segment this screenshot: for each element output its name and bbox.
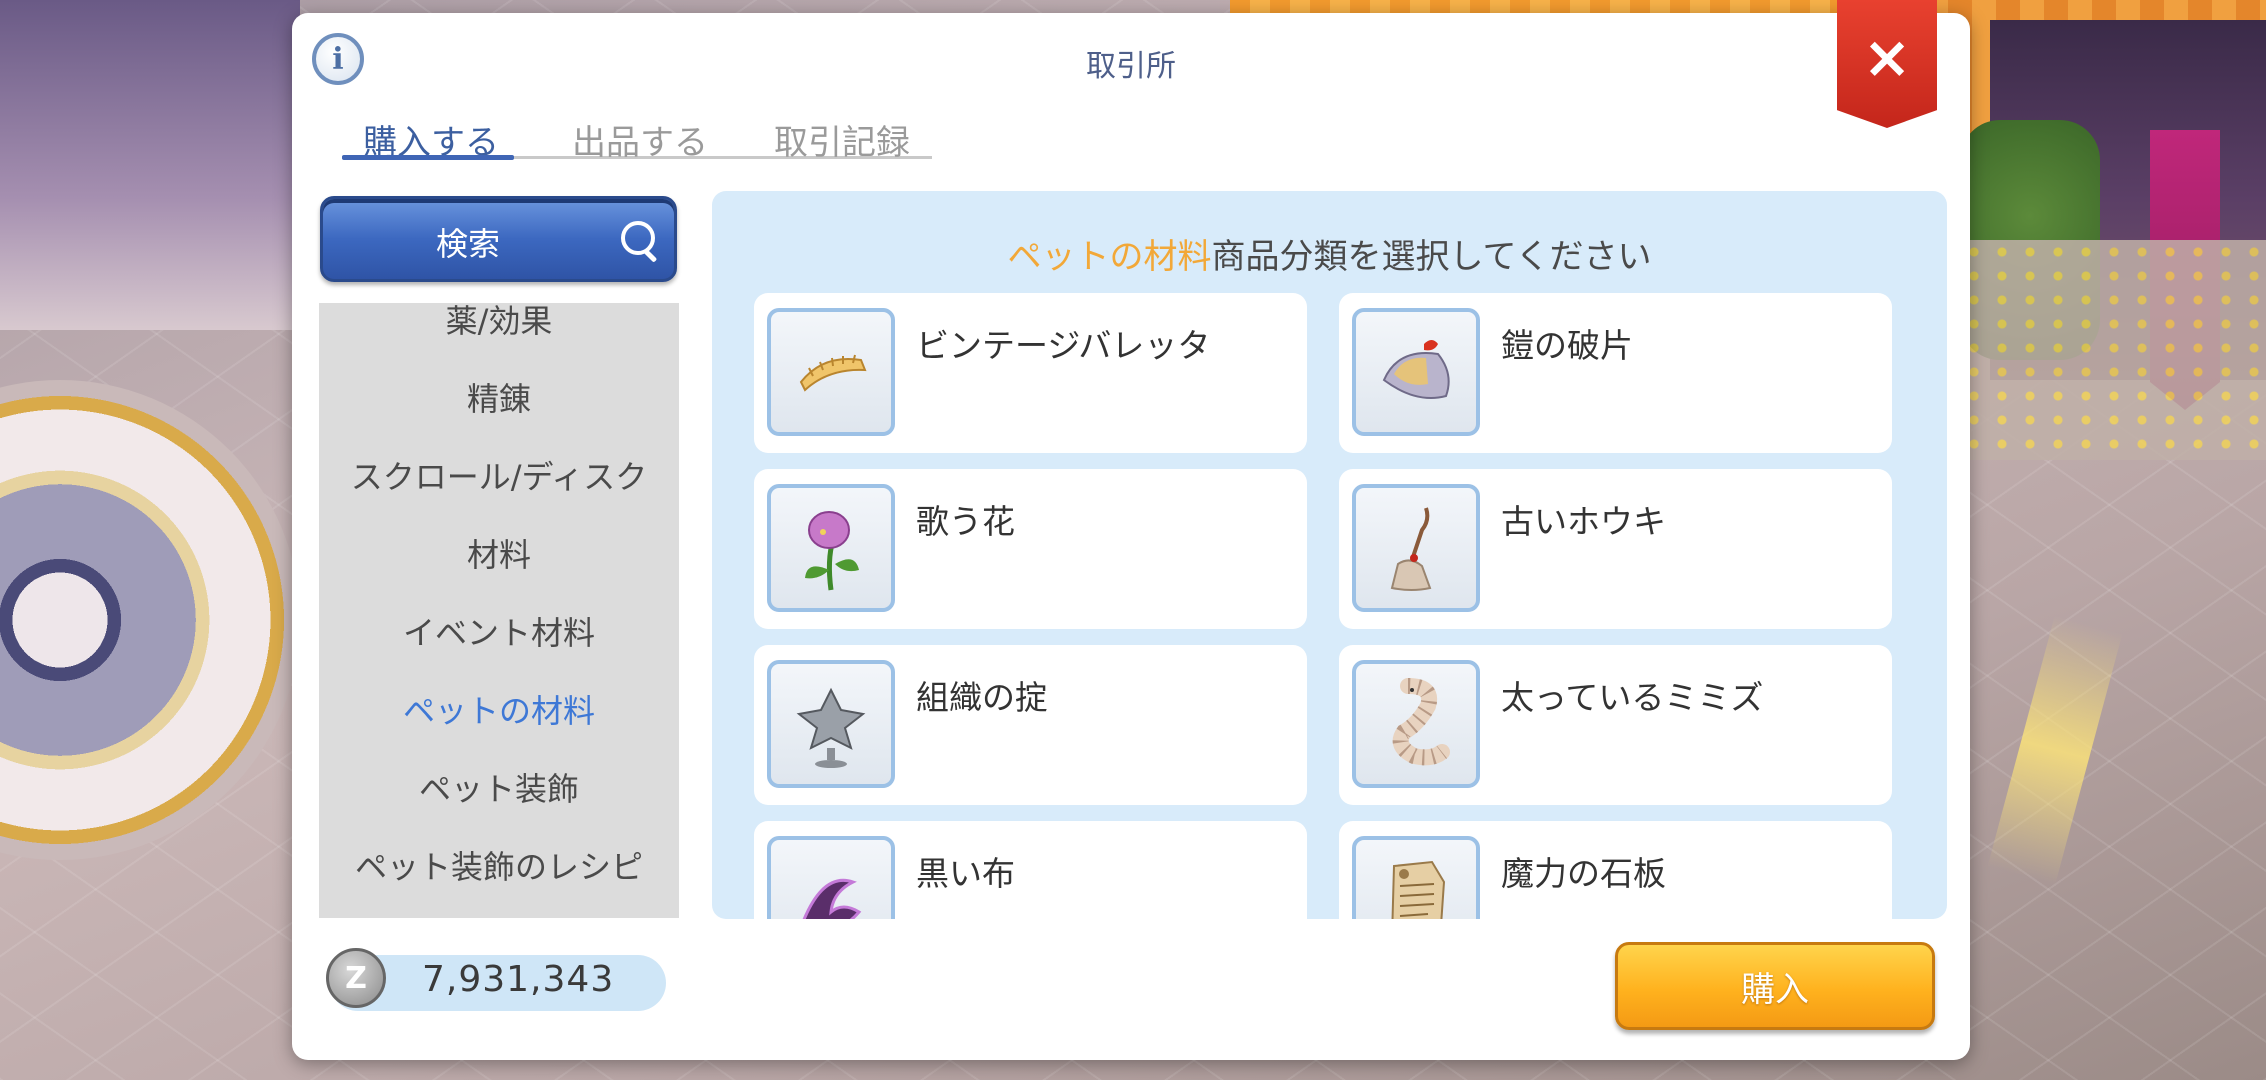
item-card[interactable]: 鎧の破片 <box>1339 293 1892 453</box>
category-item[interactable]: 薬/効果 <box>319 303 679 351</box>
prompt-category: ペットの材料 <box>1007 237 1212 277</box>
item-name: 黒い布 <box>916 854 1015 893</box>
zeny-coin-icon: Z <box>326 948 386 1008</box>
tab-bar: 購入する 出品する 取引記録 <box>342 103 932 173</box>
search-label: 検索 <box>435 225 500 263</box>
search-icon <box>621 221 655 255</box>
prompt-text: 商品分類を選択してください <box>1211 237 1652 277</box>
item-name: 太っているミミズ <box>1501 678 1764 717</box>
tab-sell[interactable]: 出品する <box>550 115 730 163</box>
exchange-window: i 取引所 × 購入する 出品する 取引記録 検索 薬/効果 精錬 スクロール/… <box>292 0 1970 1060</box>
category-item[interactable]: ペット装飾のレシピ <box>319 837 679 897</box>
window-title: 取引所 <box>1086 49 1176 84</box>
category-item[interactable]: 材料 <box>319 525 679 585</box>
old-broom-icon <box>1352 484 1480 612</box>
item-card[interactable]: 古いホウキ <box>1339 469 1892 629</box>
zeny-amount: 7,931,343 <box>422 959 615 1000</box>
category-item-selected[interactable]: ペットの材料 <box>319 681 679 741</box>
item-card[interactable]: 歌う花 <box>754 469 1307 629</box>
close-button[interactable]: × <box>1837 0 1937 128</box>
close-icon: × <box>1862 23 1912 91</box>
category-prompt: ペットの材料商品分類を選択してください <box>712 229 1947 278</box>
item-name: 組織の掟 <box>916 678 1048 717</box>
buy-button-label: 購入 <box>1741 969 1809 1010</box>
category-item[interactable]: 精錬 <box>319 369 679 429</box>
item-name: 鎧の破片 <box>1501 326 1633 365</box>
item-name: 魔力の石板 <box>1501 854 1666 893</box>
black-cloth-icon <box>767 836 895 919</box>
buy-button[interactable]: 購入 <box>1615 942 1935 1030</box>
tab-buy[interactable]: 購入する <box>356 115 506 163</box>
item-card[interactable]: 黒い布 <box>754 821 1307 919</box>
item-card[interactable]: 太っているミミズ <box>1339 645 1892 805</box>
organization-rule-icon <box>767 660 895 788</box>
armor-fragment-icon <box>1352 308 1480 436</box>
item-name: ビンテージバレッタ <box>916 326 1211 365</box>
singing-flower-icon <box>767 484 895 612</box>
flower-bed <box>1960 240 2266 460</box>
search-button[interactable]: 検索 <box>320 196 677 282</box>
item-name: 古いホウキ <box>1501 502 1666 541</box>
item-card[interactable]: 組織の掟 <box>754 645 1307 805</box>
tab-history[interactable]: 取引記録 <box>752 115 932 163</box>
active-tab-indicator <box>342 155 514 160</box>
item-panel: ペットの材料商品分類を選択してください ビンテージバレッタ 鎧の破片 歌う花 古… <box>712 191 1947 919</box>
left-building <box>0 0 300 330</box>
item-card[interactable]: 魔力の石板 <box>1339 821 1892 919</box>
category-item[interactable]: スクロール/ディスク <box>319 447 679 507</box>
magic-tablet-icon <box>1352 836 1480 919</box>
category-list[interactable]: 薬/効果 精錬 スクロール/ディスク 材料 イベント材料 ペットの材料 ペット装… <box>319 303 679 918</box>
category-item[interactable]: イベント材料 <box>319 603 679 663</box>
category-item[interactable]: ペット装飾 <box>319 759 679 819</box>
item-card[interactable]: ビンテージバレッタ <box>754 293 1307 453</box>
item-name: 歌う花 <box>916 502 1015 541</box>
barrette-icon <box>767 308 895 436</box>
fat-worm-icon <box>1352 660 1480 788</box>
